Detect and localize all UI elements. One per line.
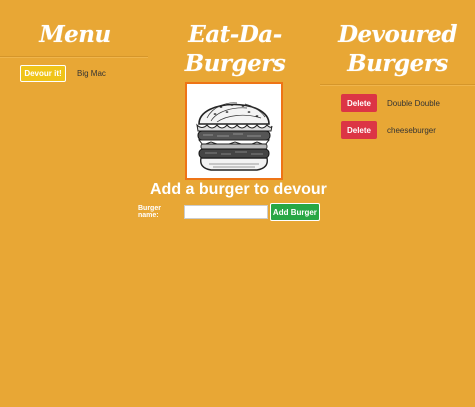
delete-button[interactable]: Delete	[341, 121, 377, 139]
devoured-divider	[320, 84, 475, 85]
add-burger-heading: Add a burger to devour	[150, 181, 327, 198]
menu-title: Menu	[39, 21, 111, 48]
burger-illustration-icon	[196, 102, 273, 171]
devoured-title: Devoured Burgers	[320, 20, 475, 84]
menu-divider	[0, 56, 148, 57]
devoured-column: Devoured Burgers Delete Double Double De…	[320, 0, 475, 139]
burger-name-label: Burger name:	[138, 205, 161, 219]
devoured-title-line1: Devoured	[338, 21, 457, 48]
add-burger-button[interactable]: Add Burger	[269, 203, 320, 221]
page-title-line2: Burgers	[184, 50, 286, 77]
devoured-item-name: Double Double	[387, 98, 440, 108]
devoured-title-line2: Burgers	[347, 50, 448, 77]
burger-image	[185, 82, 283, 180]
center-column: Eat-Da- Burgers Add a burger to devour B…	[138, 0, 327, 221]
add-burger-form: Burger name: Add Burger	[138, 203, 320, 221]
menu-item-name: Big Mac	[77, 69, 106, 78]
devoured-item-name: cheeseburger	[387, 125, 436, 135]
page-title: Eat-Da- Burgers	[150, 20, 320, 78]
burger-name-input[interactable]	[183, 205, 268, 219]
page-title-line1: Eat-Da-	[188, 21, 282, 48]
delete-button[interactable]: Delete	[341, 94, 377, 112]
devoured-item: Delete Double Double	[341, 94, 440, 112]
menu-column: Menu Devour it! Big Mac	[0, 0, 150, 82]
devour-button[interactable]: Devour it!	[20, 65, 66, 82]
devoured-item: Delete cheeseburger	[341, 121, 436, 139]
menu-item: Devour it! Big Mac	[20, 65, 106, 82]
